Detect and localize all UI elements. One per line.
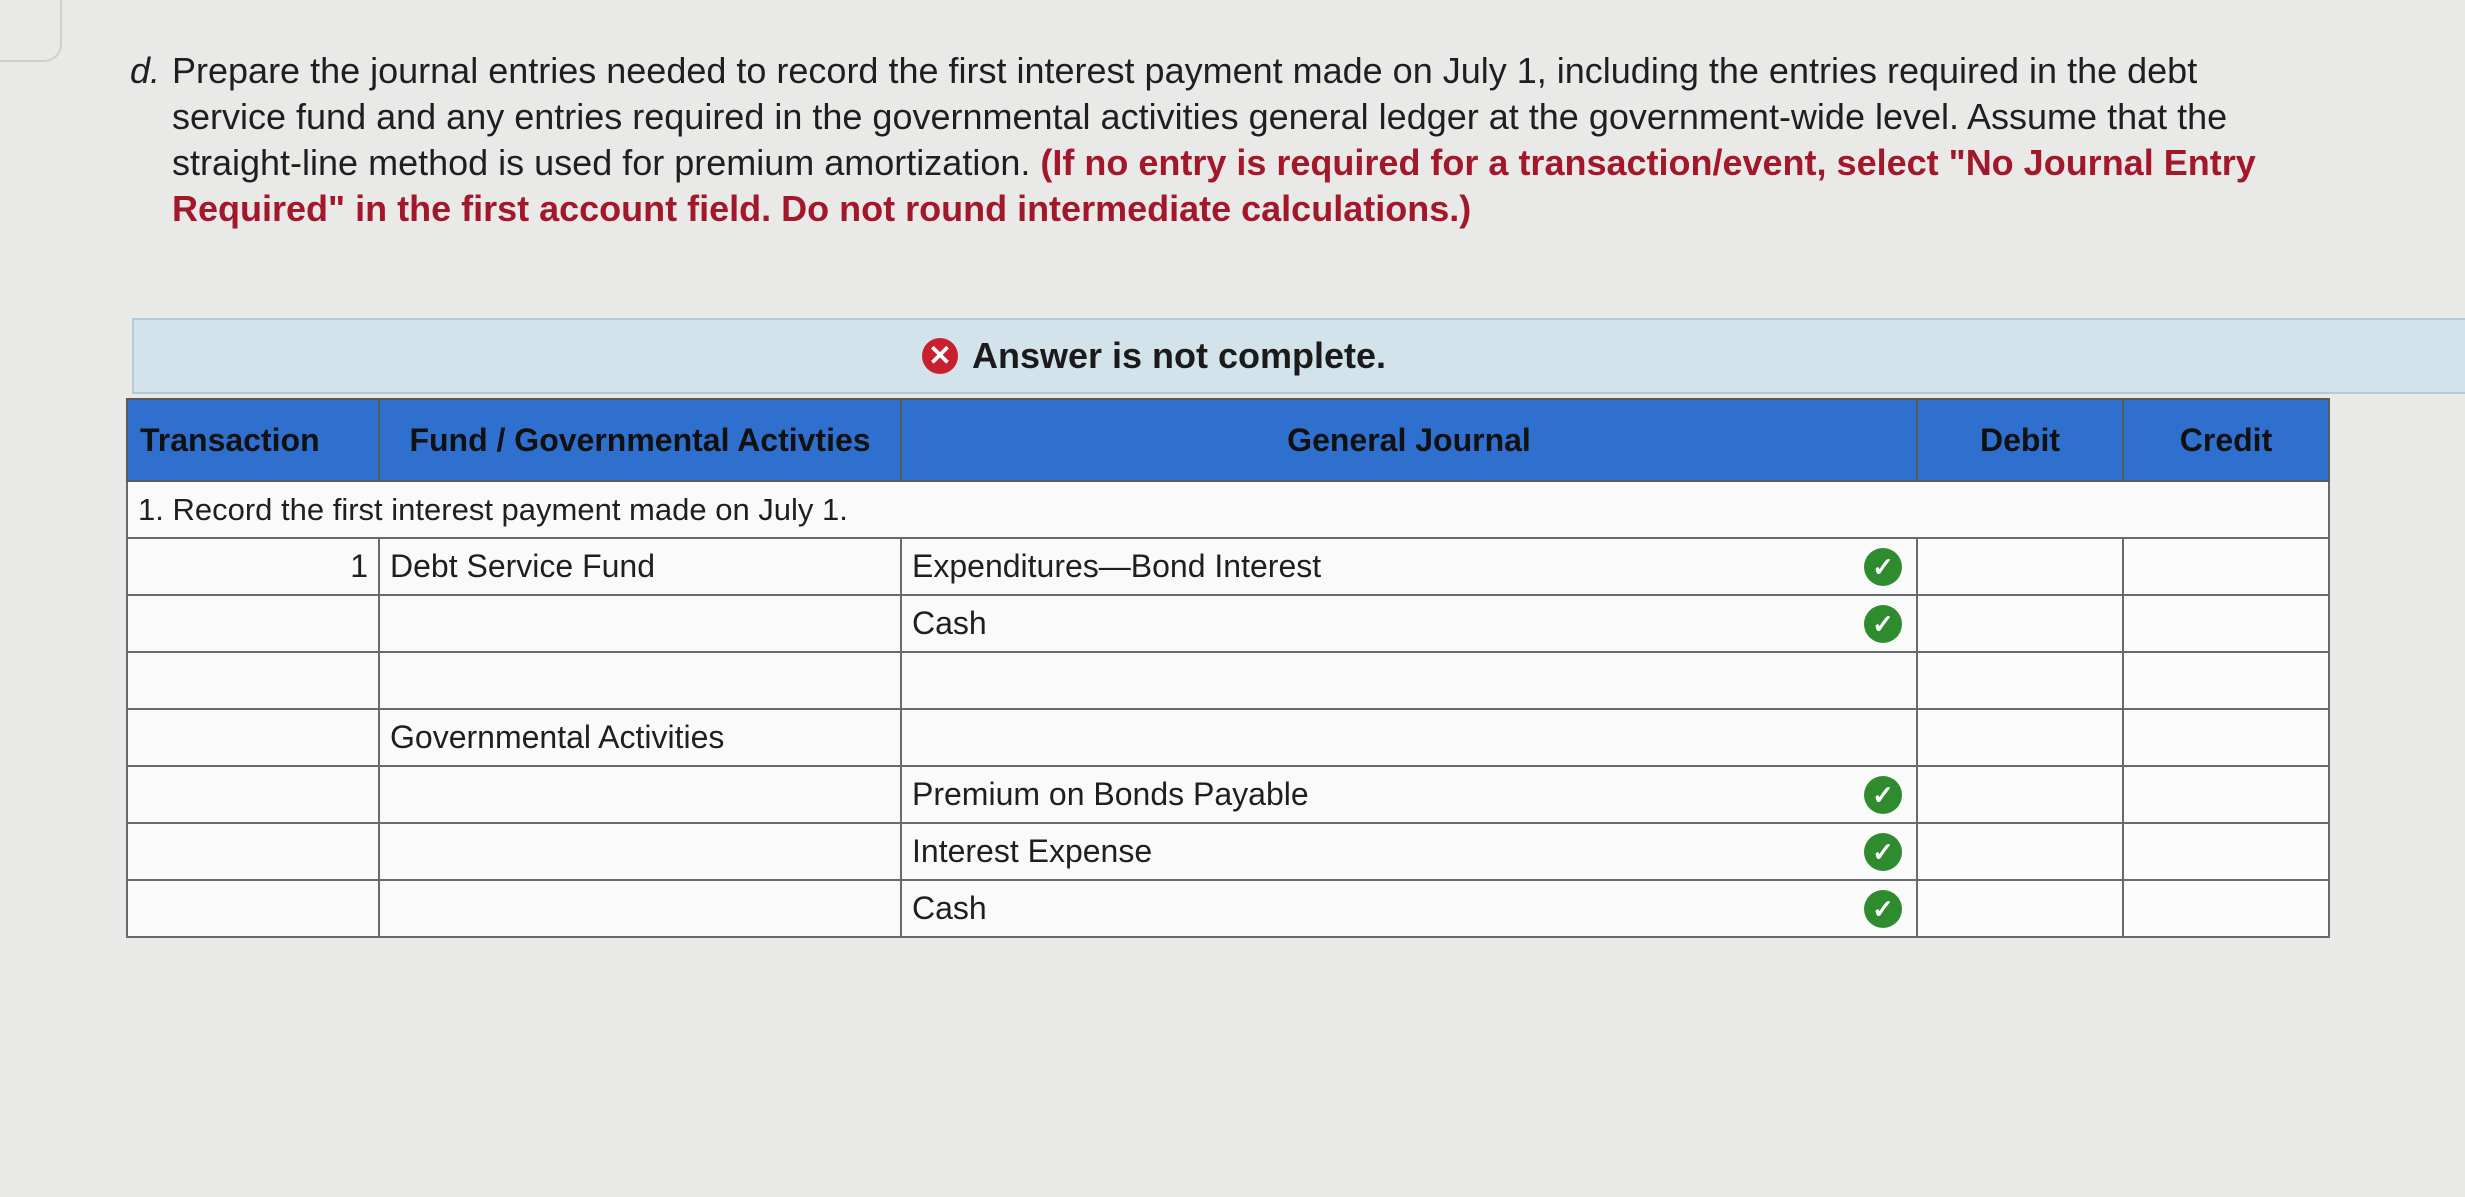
fund-select[interactable]: Debt Service Fund	[378, 537, 902, 596]
check-circle-icon: ✓	[1864, 889, 1902, 928]
table-row: Cash ✓	[126, 594, 2330, 653]
section-row: 1. Record the first interest payment mad…	[126, 480, 2330, 539]
table-row	[126, 651, 2330, 710]
credit-input[interactable]	[2122, 765, 2330, 824]
debit-input[interactable]	[1916, 651, 2124, 710]
debit-input[interactable]	[1916, 822, 2124, 881]
account-label: Premium on Bonds Payable	[912, 776, 1309, 812]
table-row: Interest Expense ✓	[126, 822, 2330, 881]
account-label: Expenditures—Bond Interest	[912, 548, 1322, 584]
header-debit: Debit	[1916, 398, 2124, 482]
account-select[interactable]	[900, 708, 1918, 767]
table-row: Governmental Activities	[126, 708, 2330, 767]
account-label: Cash	[912, 890, 987, 926]
debit-input[interactable]	[1916, 708, 2124, 767]
credit-input[interactable]	[2122, 708, 2330, 767]
transaction-cell	[126, 708, 380, 767]
credit-input[interactable]	[2122, 651, 2330, 710]
check-circle-icon: ✓	[1864, 832, 1902, 871]
fund-select[interactable]	[378, 594, 902, 653]
table-row: Premium on Bonds Payable ✓	[126, 765, 2330, 824]
transaction-cell	[126, 594, 380, 653]
question-letter: d.	[130, 50, 161, 91]
credit-input[interactable]	[2122, 879, 2330, 938]
question-prompt: d. Prepare the journal entries needed to…	[130, 48, 2312, 232]
check-circle-icon: ✓	[1864, 604, 1902, 643]
fund-select[interactable]	[378, 822, 902, 881]
debit-input[interactable]	[1916, 879, 2124, 938]
x-circle-icon: ✕	[921, 338, 958, 374]
fund-select[interactable]: Governmental Activities	[378, 708, 902, 767]
account-select[interactable]: Premium on Bonds Payable ✓	[900, 765, 1918, 824]
transaction-cell	[126, 651, 380, 710]
account-select[interactable]	[900, 651, 1918, 710]
table-row: Cash ✓	[126, 879, 2330, 938]
header-fund: Fund / Governmental Activties	[378, 398, 902, 482]
account-select[interactable]: Cash ✓	[900, 594, 1918, 653]
account-select[interactable]: Expenditures—Bond Interest ✓	[900, 537, 1918, 596]
transaction-cell: 1	[126, 537, 380, 596]
journal-entry-table: Transaction Fund / Governmental Activtie…	[126, 398, 2330, 938]
fund-select[interactable]	[378, 879, 902, 938]
header-transaction: Transaction	[126, 398, 380, 482]
transaction-cell	[126, 879, 380, 938]
account-select[interactable]: Interest Expense ✓	[900, 822, 1918, 881]
debit-input[interactable]	[1916, 537, 2124, 596]
fund-select[interactable]	[378, 765, 902, 824]
header-general-journal: General Journal	[900, 398, 1918, 482]
corner-divider	[0, 0, 62, 62]
credit-input[interactable]	[2122, 822, 2330, 881]
answer-status-banner: ✕ Answer is not complete.	[132, 318, 2465, 394]
section-label: 1. Record the first interest payment mad…	[126, 480, 2330, 539]
debit-input[interactable]	[1916, 594, 2124, 653]
answer-status-text: Answer is not complete.	[971, 335, 1387, 376]
fund-select[interactable]	[378, 651, 902, 710]
credit-input[interactable]	[2122, 537, 2330, 596]
check-circle-icon: ✓	[1864, 775, 1902, 814]
table-row: 1 Debt Service Fund Expenditures—Bond In…	[126, 537, 2330, 596]
credit-input[interactable]	[2122, 594, 2330, 653]
account-label: Interest Expense	[912, 833, 1153, 869]
account-select[interactable]: Cash ✓	[900, 879, 1918, 938]
table-header-row: Transaction Fund / Governmental Activtie…	[126, 398, 2330, 482]
transaction-cell	[126, 765, 380, 824]
transaction-cell	[126, 822, 380, 881]
debit-input[interactable]	[1916, 765, 2124, 824]
check-circle-icon: ✓	[1864, 547, 1902, 586]
account-label: Cash	[912, 605, 987, 641]
header-credit: Credit	[2122, 398, 2330, 482]
